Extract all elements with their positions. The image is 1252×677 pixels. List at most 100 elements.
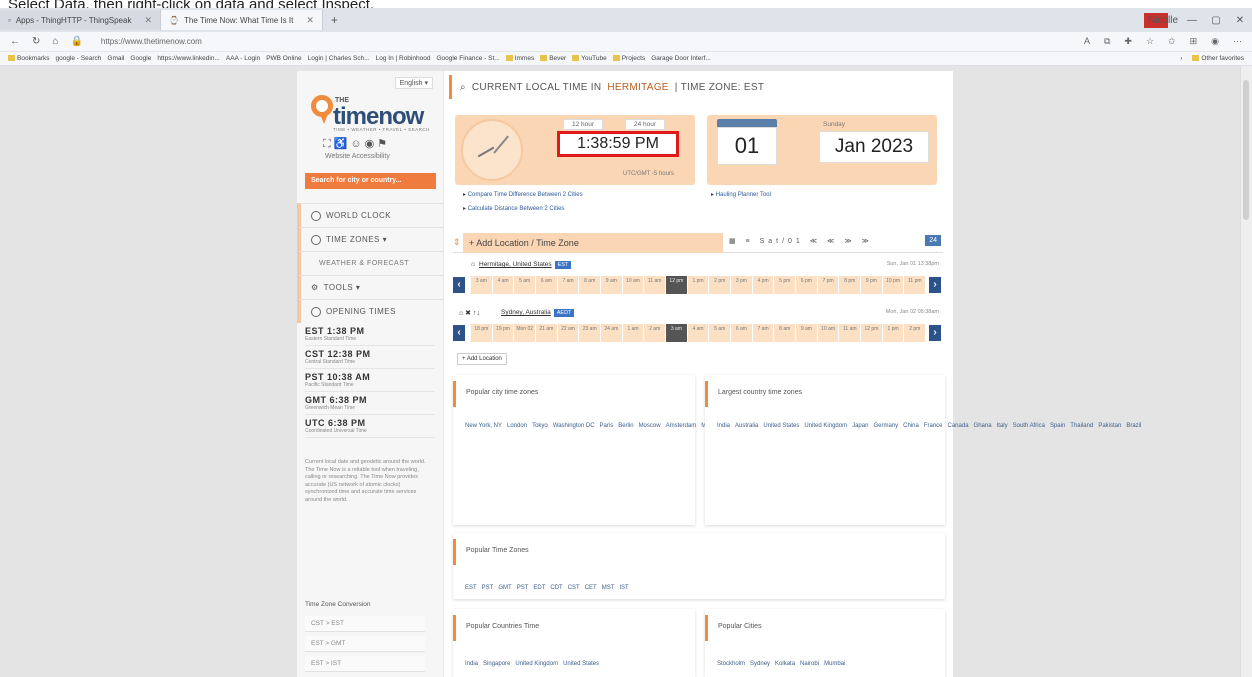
hour-cell[interactable]: 11 am	[839, 324, 861, 342]
hour-cell[interactable]: 22 am	[557, 324, 579, 342]
minimize-icon[interactable]: —	[1180, 15, 1204, 26]
country-tag-link[interactable]: United States	[563, 661, 599, 667]
bookmark-item[interactable]: AAA - Login	[226, 55, 260, 62]
country-tag-link[interactable]: Italy	[997, 423, 1008, 429]
country-tag-link[interactable]: Spain	[1050, 423, 1065, 429]
city-tag-link[interactable]: Berlin	[618, 423, 633, 429]
hour-cell[interactable]: 11 am	[644, 276, 666, 294]
hour-cell[interactable]: 4 pm	[752, 276, 774, 294]
conversion-link[interactable]: EST > GMT	[305, 636, 425, 652]
new-tab-button[interactable]: +	[331, 13, 338, 27]
timezone-tag-link[interactable]: GMT	[498, 585, 511, 591]
hour-cell[interactable]: 1 am	[622, 324, 644, 342]
bookmark-item[interactable]: Bookmarks	[8, 55, 50, 62]
country-tag-link[interactable]: India	[465, 661, 478, 667]
hour-cell[interactable]: 7 pm	[817, 276, 839, 294]
hour-cell[interactable]: 11 pm	[904, 276, 926, 294]
country-tag-link[interactable]: Ghana	[974, 423, 992, 429]
more-icon[interactable]: ⋯	[1233, 36, 1242, 47]
favorites-bar-icon[interactable]: ✩	[1168, 36, 1176, 47]
timezone-row[interactable]: GMT 6:38 PM Greenwich Mean Time	[305, 392, 435, 415]
timezone-tag-link[interactable]: IST	[619, 585, 628, 591]
add-location-button[interactable]: + Add Location / Time Zone	[463, 233, 723, 253]
hour-cell[interactable]: 1 pm	[687, 276, 709, 294]
hour-cell[interactable]: 12 pm	[861, 324, 882, 342]
24-hour-toggle[interactable]: 24 hour	[625, 119, 666, 130]
hour-cell[interactable]: 3 am	[666, 324, 687, 342]
maximize-icon[interactable]: ▢	[1204, 15, 1228, 26]
timezone-row[interactable]: EST 1:38 PM Eastern Standard Time	[305, 323, 435, 346]
extensions-icon[interactable]: ✚	[1124, 36, 1132, 47]
hour-cell[interactable]: 6 pm	[796, 276, 817, 294]
country-tag-link[interactable]: Canada	[948, 423, 969, 429]
bookmark-item[interactable]: Google	[130, 55, 151, 62]
bookmark-item[interactable]: YouTube	[572, 55, 607, 62]
hour-cell[interactable]: Mon 02	[514, 324, 536, 342]
hour-cell[interactable]: 9 am	[796, 324, 817, 342]
city-tag-link[interactable]: New York, NY	[465, 423, 502, 429]
hour-cell[interactable]: 24 am	[601, 324, 622, 342]
browser-tab-active[interactable]: ⌚ The Time Now: What Time Is It ✕	[161, 10, 323, 30]
bookmark-item[interactable]: Projects	[612, 55, 645, 62]
bookmark-item[interactable]: Bever	[540, 55, 566, 62]
menu-time-zones[interactable]: TIME ZONES ▾	[297, 227, 443, 251]
bookmark-item[interactable]: Immes	[505, 55, 534, 62]
other-favorites[interactable]: Other favorites	[1192, 55, 1244, 62]
hour-cell[interactable]: 8 pm	[839, 276, 861, 294]
calculate-distance-link[interactable]: Calculate Distance Between 2 Cities	[463, 205, 565, 212]
hour-cell[interactable]: 19 pm	[492, 324, 514, 342]
hour-cell[interactable]: 3 am	[471, 276, 492, 294]
country-tag-link[interactable]: Thailand	[1070, 423, 1093, 429]
hour-cell[interactable]: 10 am	[817, 324, 839, 342]
country-tag-link[interactable]: India	[717, 423, 730, 429]
timezone-tag-link[interactable]: EST	[465, 585, 477, 591]
bookmark-item[interactable]: Log In | Robinhood	[376, 55, 431, 62]
hour-cell[interactable]: 6 am	[731, 324, 752, 342]
browser-tab[interactable]: ▫ Apps - ThingHTTP - ThingSpeak ✕	[0, 10, 162, 30]
menu-world-clock[interactable]: WORLD CLOCK	[297, 203, 443, 227]
hour-cell[interactable]: 4 am	[687, 324, 709, 342]
hour-cell[interactable]: 5 am	[709, 324, 731, 342]
12-hour-toggle[interactable]: 12 hour	[563, 119, 604, 130]
profile-icon[interactable]: ◉	[1211, 36, 1219, 47]
city-tag-link[interactable]: London	[507, 423, 527, 429]
city-search-button[interactable]: Search for city or country...	[305, 173, 436, 189]
city-tag-link[interactable]: Amsterdam	[666, 423, 697, 429]
menu-opening-times[interactable]: OPENING TIMES	[297, 299, 443, 323]
timezone-tag-link[interactable]: MST	[602, 585, 615, 591]
hour-cell[interactable]: 9 am	[601, 276, 622, 294]
scroll-left-button[interactable]: ‹	[453, 325, 465, 341]
city-link[interactable]: Hermitage, United States EST	[479, 261, 572, 269]
language-select[interactable]: English ▾	[394, 77, 433, 89]
scroll-right-button[interactable]: ›	[929, 325, 941, 341]
conversion-link[interactable]: EST > IST	[305, 656, 425, 672]
city-tag-link[interactable]: Sydney	[750, 661, 770, 667]
city-tag-link[interactable]: Stockholm	[717, 661, 745, 667]
timezone-row[interactable]: CST 12:38 PM Central Standard Time	[305, 346, 435, 369]
hour-cell[interactable]: 2 pm	[904, 324, 926, 342]
bookmark-item[interactable]: google - Search	[56, 55, 102, 62]
compare-time-link[interactable]: Compare Time Difference Between 2 Cities	[463, 191, 583, 198]
scroll-right-button[interactable]: ›	[929, 277, 941, 293]
hour-cell[interactable]: 1 pm	[882, 324, 904, 342]
24-hour-button[interactable]: 24	[925, 235, 941, 246]
reload-icon[interactable]: ↻	[32, 36, 40, 47]
timezone-tag-link[interactable]: PST	[517, 585, 529, 591]
read-aloud-icon[interactable]: A	[1084, 36, 1090, 47]
city-tag-link[interactable]: Washington DC	[553, 423, 595, 429]
country-tag-link[interactable]: France	[924, 423, 943, 429]
hour-cell[interactable]: 5 pm	[774, 276, 796, 294]
hour-cell[interactable]: 21 am	[536, 324, 557, 342]
planner-link[interactable]: Hauling Planner Tool	[711, 191, 771, 198]
hour-cell[interactable]: 18 pm	[471, 324, 492, 342]
current-time[interactable]: 1:38:59 PM	[557, 131, 679, 157]
timezone-tag-link[interactable]: CET	[585, 585, 597, 591]
hour-cell[interactable]: 6 am	[536, 276, 557, 294]
hour-cell[interactable]: 8 am	[774, 324, 796, 342]
address-bar[interactable]: https://www.thetimenow.com	[101, 37, 202, 46]
country-tag-link[interactable]: Australia	[735, 423, 758, 429]
close-window-icon[interactable]: ✕	[1228, 15, 1252, 26]
tab-actions-icon[interactable]: ⧉	[1104, 36, 1110, 47]
hour-cell[interactable]: 10 am	[622, 276, 644, 294]
timezone-tag-link[interactable]: CST	[568, 585, 580, 591]
